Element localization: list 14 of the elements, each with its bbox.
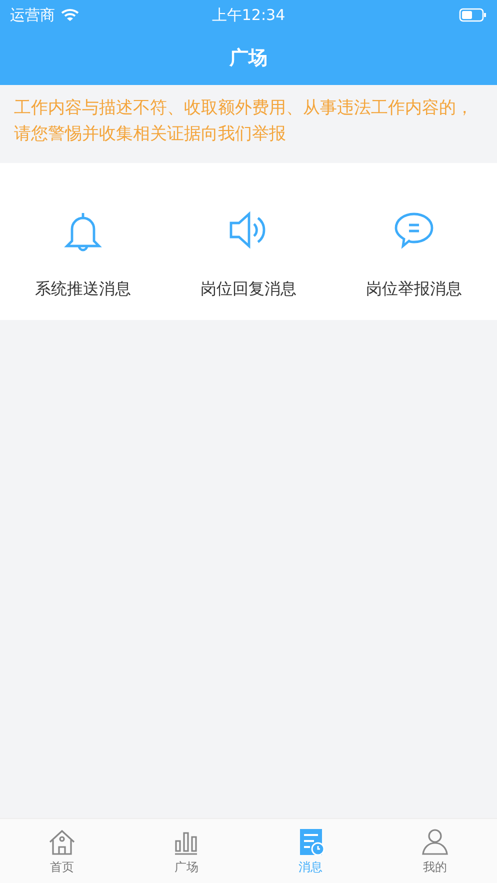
status-time: 上午12:34 bbox=[212, 6, 286, 24]
warning-notice: 工作内容与描述不符、收取额外费用、从事违法工作内容的，请您警惕并收集相关证据向我们举报 bbox=[13, 97, 474, 146]
action-label[interactable]: 岗位举报消息 bbox=[366, 279, 462, 300]
person-icon bbox=[420, 826, 450, 856]
page-title: 广场 bbox=[230, 46, 268, 70]
action-label[interactable]: 系统推送消息 bbox=[34, 279, 131, 300]
battery-icon bbox=[459, 8, 487, 22]
action-label[interactable]: 岗位回复消息 bbox=[200, 279, 296, 300]
tab-item[interactable]: 首页 bbox=[0, 819, 124, 883]
tab-item[interactable]: 我的 bbox=[372, 819, 497, 883]
carrier-name: 运营商 bbox=[10, 6, 55, 24]
tab-item[interactable]: 广场 bbox=[124, 819, 248, 883]
wifi-icon bbox=[61, 8, 79, 22]
tab-item[interactable]: 消息 bbox=[248, 819, 373, 883]
